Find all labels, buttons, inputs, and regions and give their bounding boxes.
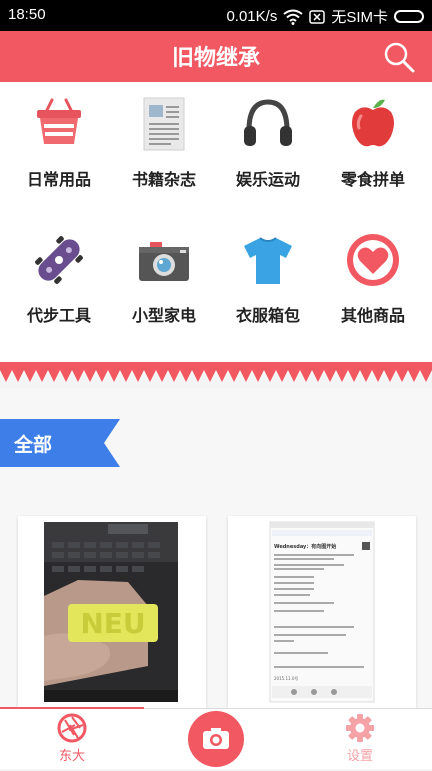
sim-status: 无SIM卡 bbox=[331, 9, 388, 26]
camera-fab-button[interactable] bbox=[188, 711, 244, 767]
category-label: 其他商品 bbox=[340, 306, 405, 325]
category-label: 小型家电 bbox=[131, 306, 196, 325]
item-screenshot: Wednesday：有向图开始 2015.11.0号 bbox=[228, 516, 416, 708]
category-appliances[interactable]: 小型家电 bbox=[110, 232, 218, 326]
camera-icon bbox=[139, 242, 189, 281]
tab-settings[interactable]: 设置 bbox=[320, 713, 400, 764]
category-label: 零食拼单 bbox=[340, 170, 405, 189]
apple-icon bbox=[352, 99, 394, 147]
doc-title: Wednesday：有向图开始 bbox=[274, 543, 336, 550]
status-bar: 18:50 0.01K/s 无SIM卡 bbox=[0, 0, 432, 31]
wifi-icon bbox=[283, 9, 303, 25]
skateboard-icon bbox=[35, 236, 83, 284]
doc-date: 2015.11.0号 bbox=[274, 675, 298, 681]
category-transport[interactable]: 代步工具 bbox=[5, 232, 113, 326]
category-label: 书籍杂志 bbox=[131, 170, 196, 189]
category-snacks[interactable]: 零食拼单 bbox=[319, 96, 427, 190]
tshirt-icon bbox=[244, 237, 292, 284]
category-others[interactable]: 其他商品 bbox=[319, 232, 427, 326]
headphones-icon bbox=[244, 99, 292, 146]
tab-label: 设置 bbox=[346, 749, 373, 764]
newspaper-icon bbox=[143, 97, 185, 151]
bottom-tab-bar: 东大 设置 bbox=[0, 707, 432, 769]
zigzag-divider bbox=[0, 362, 432, 382]
item-photo-text: NEU bbox=[80, 607, 145, 640]
category-entertainment[interactable]: 娱乐运动 bbox=[214, 96, 322, 190]
camera-icon bbox=[203, 728, 229, 749]
basket-icon bbox=[37, 98, 81, 144]
category-label: 娱乐运动 bbox=[235, 170, 300, 189]
active-tab-indicator bbox=[0, 707, 144, 709]
tab-home[interactable]: 东大 bbox=[32, 713, 112, 764]
status-time: 18:50 bbox=[8, 6, 46, 23]
item-photo: NEU bbox=[18, 516, 206, 708]
section-tag-label: 全部 bbox=[14, 434, 53, 456]
gear-icon bbox=[346, 714, 374, 742]
battery-icon bbox=[394, 10, 424, 23]
category-daily-goods[interactable]: 日常用品 bbox=[5, 96, 113, 190]
aperture-icon bbox=[57, 713, 87, 743]
item-card[interactable]: Wednesday：有向图开始 2015.11.0号 bbox=[228, 516, 416, 708]
category-label: 日常用品 bbox=[26, 170, 91, 189]
network-speed: 0.01K/s bbox=[226, 8, 278, 25]
category-grid: 日常用品 书籍杂志 娱乐运动 零食拼单 代步工具 小型家电 衣服箱包 其他商品 bbox=[0, 82, 432, 370]
category-books[interactable]: 书籍杂志 bbox=[110, 96, 218, 190]
tab-label: 东大 bbox=[58, 749, 85, 764]
page-title: 旧物继承 bbox=[171, 46, 260, 71]
app-header: 旧物继承 bbox=[0, 31, 432, 82]
category-clothing[interactable]: 衣服箱包 bbox=[214, 232, 322, 326]
search-icon[interactable] bbox=[382, 40, 416, 74]
section-tag[interactable]: 全部 bbox=[0, 419, 120, 467]
category-label: 代步工具 bbox=[26, 306, 91, 325]
category-label: 衣服箱包 bbox=[235, 306, 300, 325]
status-icons: 0.01K/s 无SIM卡 bbox=[226, 6, 424, 27]
heart-icon bbox=[347, 234, 399, 286]
item-card[interactable]: NEU bbox=[18, 516, 206, 708]
no-sim-icon bbox=[309, 9, 326, 24]
